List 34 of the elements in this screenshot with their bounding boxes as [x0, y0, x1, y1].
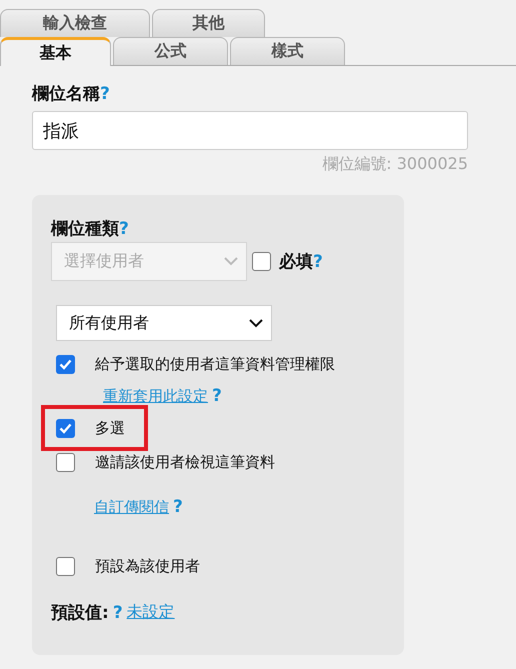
default-label: 預設值: — [51, 602, 109, 624]
checkbox[interactable] — [56, 452, 75, 472]
help-icon[interactable]: ? — [313, 252, 323, 272]
checkbox[interactable] — [56, 556, 75, 576]
option-label: 多選 — [95, 418, 125, 438]
option-label: 給予選取的使用者這筆資料管理權限 — [95, 354, 335, 374]
tab[interactable]: 基本 — [0, 37, 111, 66]
checkbox[interactable] — [252, 252, 271, 271]
tab[interactable]: 輸入檢查 — [0, 9, 150, 37]
default-link[interactable]: 未設定 — [126, 602, 175, 623]
help-icon[interactable]: ? — [119, 218, 129, 238]
tab[interactable]: 樣式 — [230, 37, 345, 65]
help-icon[interactable]: ? — [212, 386, 222, 406]
chevron-icon — [249, 318, 263, 328]
checkbox[interactable] — [56, 354, 75, 374]
field-label: 欄位名稱 — [32, 83, 100, 105]
help-icon[interactable]: ? — [112, 602, 123, 622]
checkmark-icon — [59, 358, 72, 370]
tab[interactable]: 公式 — [113, 37, 228, 65]
user-select[interactable]: 所有使用者 — [56, 305, 272, 341]
option-label: 邀請該使用者檢視這筆資料 — [95, 452, 275, 472]
settings-link[interactable]: 重新套用此設定 — [103, 386, 208, 406]
settings-link[interactable]: 自訂傳閱信 — [94, 498, 169, 516]
checkmark-icon — [59, 422, 72, 434]
tab[interactable]: 其他 — [152, 9, 265, 37]
required-label: 必填 — [279, 251, 313, 273]
option-label: 預設為該使用者 — [95, 556, 200, 576]
field-number: 欄位編號: 3000025 — [322, 154, 468, 175]
help-icon[interactable]: ? — [173, 497, 183, 517]
chevron-icon — [224, 257, 238, 266]
help-icon[interactable]: ? — [100, 84, 110, 104]
input-field[interactable]: 指派 — [32, 111, 468, 150]
field-label: 欄位種類 — [51, 218, 119, 240]
checkbox[interactable] — [56, 418, 75, 438]
